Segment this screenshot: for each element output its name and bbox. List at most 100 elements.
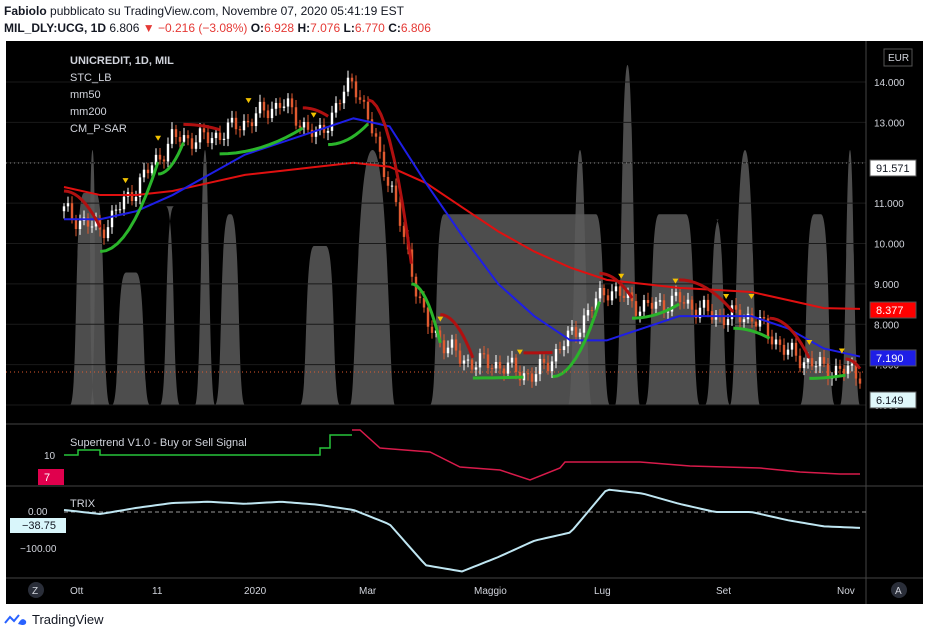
supertrend-title: Supertrend V1.0 - Buy or Sell Signal <box>70 437 247 449</box>
candle-body <box>786 349 790 355</box>
candle-body <box>726 319 730 326</box>
candle-body <box>542 358 546 363</box>
candle-body <box>498 361 502 369</box>
price-badge-text: 91.571 <box>876 163 910 175</box>
candle-body <box>294 107 298 126</box>
legend-mm50[interactable]: mm50 <box>70 89 101 101</box>
time-tick-Set: Set <box>716 586 731 597</box>
candle-body <box>190 138 194 149</box>
candle-body <box>286 98 290 107</box>
candle-body <box>554 349 558 362</box>
candle-body <box>210 138 214 144</box>
candle-body <box>114 209 118 211</box>
chart-title: UNICREDIT, 1D, MIL <box>70 55 174 67</box>
candle-body <box>362 99 366 102</box>
candle-body <box>282 106 286 108</box>
candle-body <box>822 357 826 364</box>
price-badge-text: 7.190 <box>876 353 904 365</box>
candle-body <box>478 353 482 368</box>
time-tick-Maggio: Maggio <box>474 586 507 597</box>
price-badge-text: 8.377 <box>876 305 904 317</box>
time-tick-Lug: Lug <box>594 586 611 597</box>
candle-body <box>798 355 802 369</box>
candle-body <box>606 295 610 301</box>
time-tick-2020: 2020 <box>244 586 267 597</box>
candle-body <box>122 196 126 210</box>
candle-body <box>634 301 638 316</box>
candle-body <box>222 138 226 140</box>
candle-body <box>782 344 786 355</box>
candle-body <box>142 169 146 178</box>
candle-body <box>78 220 82 230</box>
candle-body <box>278 102 282 108</box>
candle-body <box>194 142 198 149</box>
candle-body <box>102 229 106 239</box>
candle-body <box>394 185 398 203</box>
candle-body <box>622 295 626 298</box>
candle-body <box>374 133 378 137</box>
candle-body <box>230 117 234 123</box>
candle-body <box>266 110 270 119</box>
price-tick-13.000: 13.000 <box>874 118 905 129</box>
candle-body <box>378 136 382 152</box>
tradingview-footer[interactable]: TradingView <box>4 612 104 627</box>
trix-badge-text: −38.75 <box>22 520 56 532</box>
candle-body <box>254 113 258 127</box>
candle-body <box>430 326 434 333</box>
candle-body <box>450 339 454 348</box>
candle-body <box>762 317 766 319</box>
candle-body <box>590 310 594 312</box>
candle-body <box>338 103 342 105</box>
candle-body <box>838 365 842 369</box>
candle-body <box>186 135 190 139</box>
footer-text: TradingView <box>32 612 104 627</box>
candle-body <box>418 296 422 299</box>
supertrend-badge <box>38 469 64 485</box>
candle-body <box>646 300 650 303</box>
candle-body <box>546 362 550 372</box>
trix-tick-1: −100.00 <box>20 544 57 555</box>
candle-body <box>130 192 134 202</box>
time-tick-Mar: Mar <box>359 586 377 597</box>
candle-body <box>398 202 402 226</box>
candle-body <box>466 359 470 361</box>
candle-body <box>426 307 430 327</box>
candle-body <box>446 347 450 354</box>
candle-body <box>238 129 242 131</box>
candle-body <box>842 368 846 374</box>
candle-body <box>90 226 94 228</box>
candle-body <box>462 360 466 364</box>
candle-body <box>602 287 606 296</box>
candle-body <box>682 302 686 304</box>
candle-body <box>118 209 122 211</box>
candle-body <box>342 91 346 104</box>
candle-body <box>258 101 262 114</box>
legend-stc[interactable]: STC_LB <box>70 72 112 84</box>
candle-body <box>538 358 542 375</box>
candle-body <box>774 339 778 345</box>
candle-body <box>334 103 338 113</box>
candle-body <box>578 332 582 337</box>
currency-label: EUR <box>888 53 909 64</box>
candle-body <box>678 292 682 303</box>
legend-psar[interactable]: CM_P-SAR <box>70 123 127 135</box>
candle-body <box>158 154 162 160</box>
candle-body <box>214 132 218 139</box>
chart-area[interactable]: Supertrend V1.0 - Buy or Sell Signal 10 … <box>0 0 930 640</box>
candle-body <box>274 102 278 109</box>
candle-body <box>306 121 310 130</box>
legend-mm200[interactable]: mm200 <box>70 106 107 118</box>
candle-body <box>358 97 362 100</box>
candle-body <box>182 135 186 142</box>
candle-body <box>150 165 154 174</box>
candle-body <box>586 310 590 316</box>
candle-body <box>134 196 138 202</box>
candle-body <box>226 122 230 139</box>
candle-body <box>486 354 490 369</box>
candle-body <box>198 128 202 143</box>
candle-body <box>770 336 774 345</box>
tradingview-logo-icon <box>4 613 27 625</box>
candle-body <box>70 203 74 219</box>
candle-body <box>582 315 586 333</box>
candle-body <box>474 367 478 370</box>
